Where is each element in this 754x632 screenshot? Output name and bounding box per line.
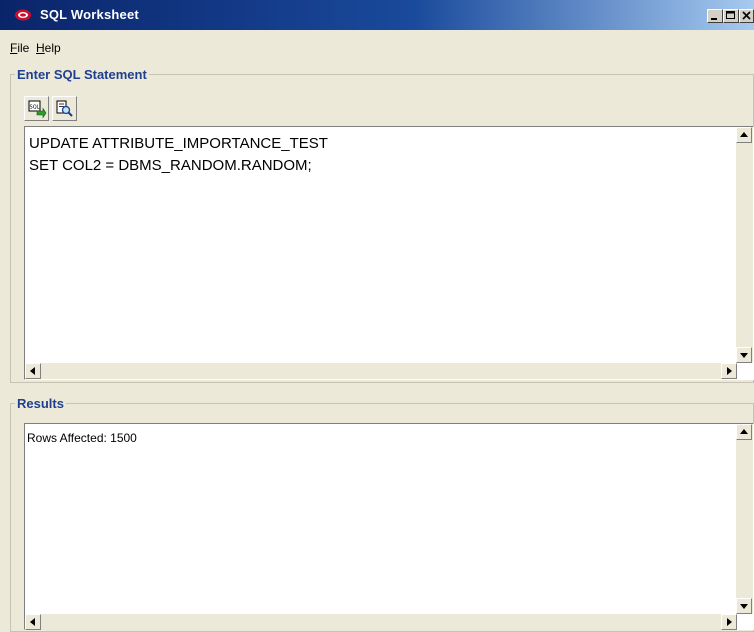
results-area[interactable]: Rows Affected: 1500 [24,423,754,630]
results-scroll-left-button[interactable] [25,614,41,630]
results-vertical-scrollbar[interactable] [736,424,753,614]
menu-help-label: elp [44,41,61,55]
window-title: SQL Worksheet [40,7,139,22]
arrow-left-icon [30,618,35,626]
sql-horizontal-scrollbar[interactable] [25,363,737,379]
menu-file-label: ile [17,41,30,55]
sql-text[interactable]: UPDATE ATTRIBUTE_IMPORTANCE_TEST SET COL… [29,133,328,177]
menu-help-accel: H [36,41,45,55]
scroll-up-button[interactable] [736,127,752,143]
scroll-right-button[interactable] [721,363,737,379]
execute-sql-icon: SQL [28,100,47,119]
sql-statement-legend: Enter SQL Statement [17,67,147,82]
arrow-left-icon [30,367,35,375]
scroll-left-button[interactable] [25,363,41,379]
close-icon [742,11,751,20]
minimize-button[interactable] [707,9,723,23]
close-button[interactable] [739,9,754,23]
arrow-down-icon [740,604,748,609]
scroll-down-button[interactable] [736,347,752,363]
maximize-button[interactable] [723,9,739,23]
menu-file[interactable]: File [10,41,29,55]
sql-vertical-scrollbar[interactable] [736,127,753,363]
explain-plan-icon [56,100,73,117]
arrow-right-icon [727,618,732,626]
arrow-up-icon [740,429,748,434]
results-legend: Results [17,396,64,411]
svg-text:SQL: SQL [30,105,40,111]
arrow-down-icon [740,353,748,358]
explain-plan-button[interactable] [52,96,77,121]
minimize-icon [711,18,717,20]
sql-editor[interactable]: UPDATE ATTRIBUTE_IMPORTANCE_TEST SET COL… [24,126,754,380]
arrow-right-icon [727,367,732,375]
title-bar[interactable]: SQL Worksheet [0,0,754,30]
menu-help[interactable]: Help [36,41,61,55]
results-text: Rows Affected: 1500 [27,431,137,445]
menu-bar: File Help [0,30,754,64]
results-horizontal-scrollbar[interactable] [25,614,737,630]
maximize-icon [726,11,735,19]
results-scroll-down-button[interactable] [736,598,752,614]
results-scroll-up-button[interactable] [736,424,752,440]
execute-button[interactable]: SQL [24,96,49,121]
results-scroll-right-button[interactable] [721,614,737,630]
arrow-up-icon [740,132,748,137]
oracle-logo-icon [15,9,31,21]
